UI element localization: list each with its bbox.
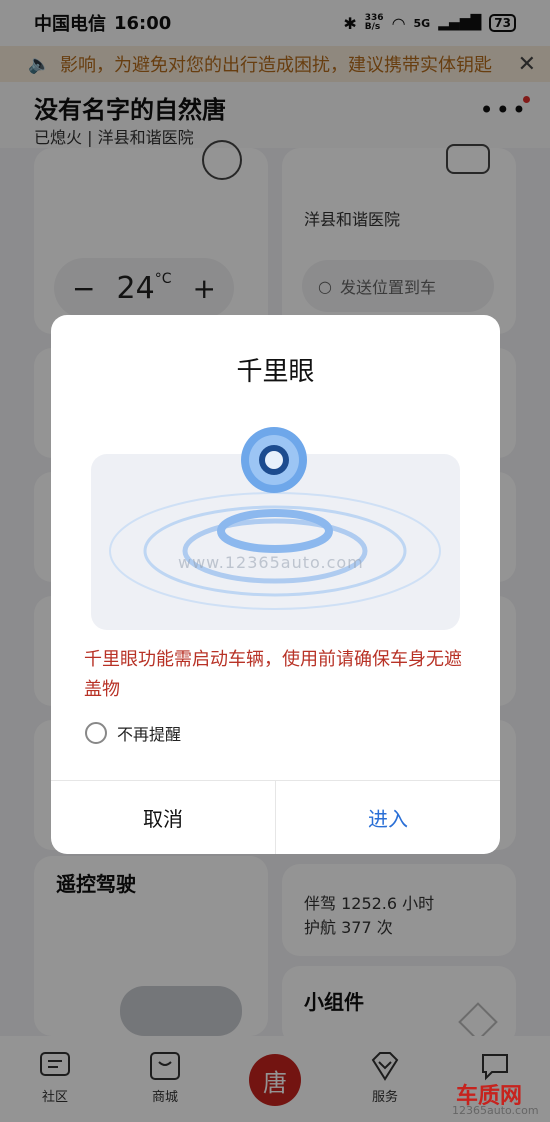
enter-button[interactable]: 进入: [276, 781, 500, 854]
watermark-logo-sub: 12365auto.com: [452, 1104, 539, 1117]
dialog-title: 千里眼: [236, 357, 315, 387]
camera-eye-icon: [241, 427, 307, 493]
no-remind-radio[interactable]: [85, 722, 107, 744]
warning-text: 千里眼功能需启动车辆，使用前请确保车身无遮盖物: [84, 649, 462, 700]
no-remind-option[interactable]: 不再提醒: [85, 721, 181, 745]
qianliyan-dialog: 千里眼 千里眼功能需启动车辆，使用前请确保车身无遮盖物 不再提醒 取消 进入: [51, 315, 500, 854]
no-remind-label: 不再提醒: [117, 725, 182, 744]
watermark-text: www.12365auto.com: [178, 553, 364, 572]
cancel-button[interactable]: 取消: [51, 781, 275, 854]
